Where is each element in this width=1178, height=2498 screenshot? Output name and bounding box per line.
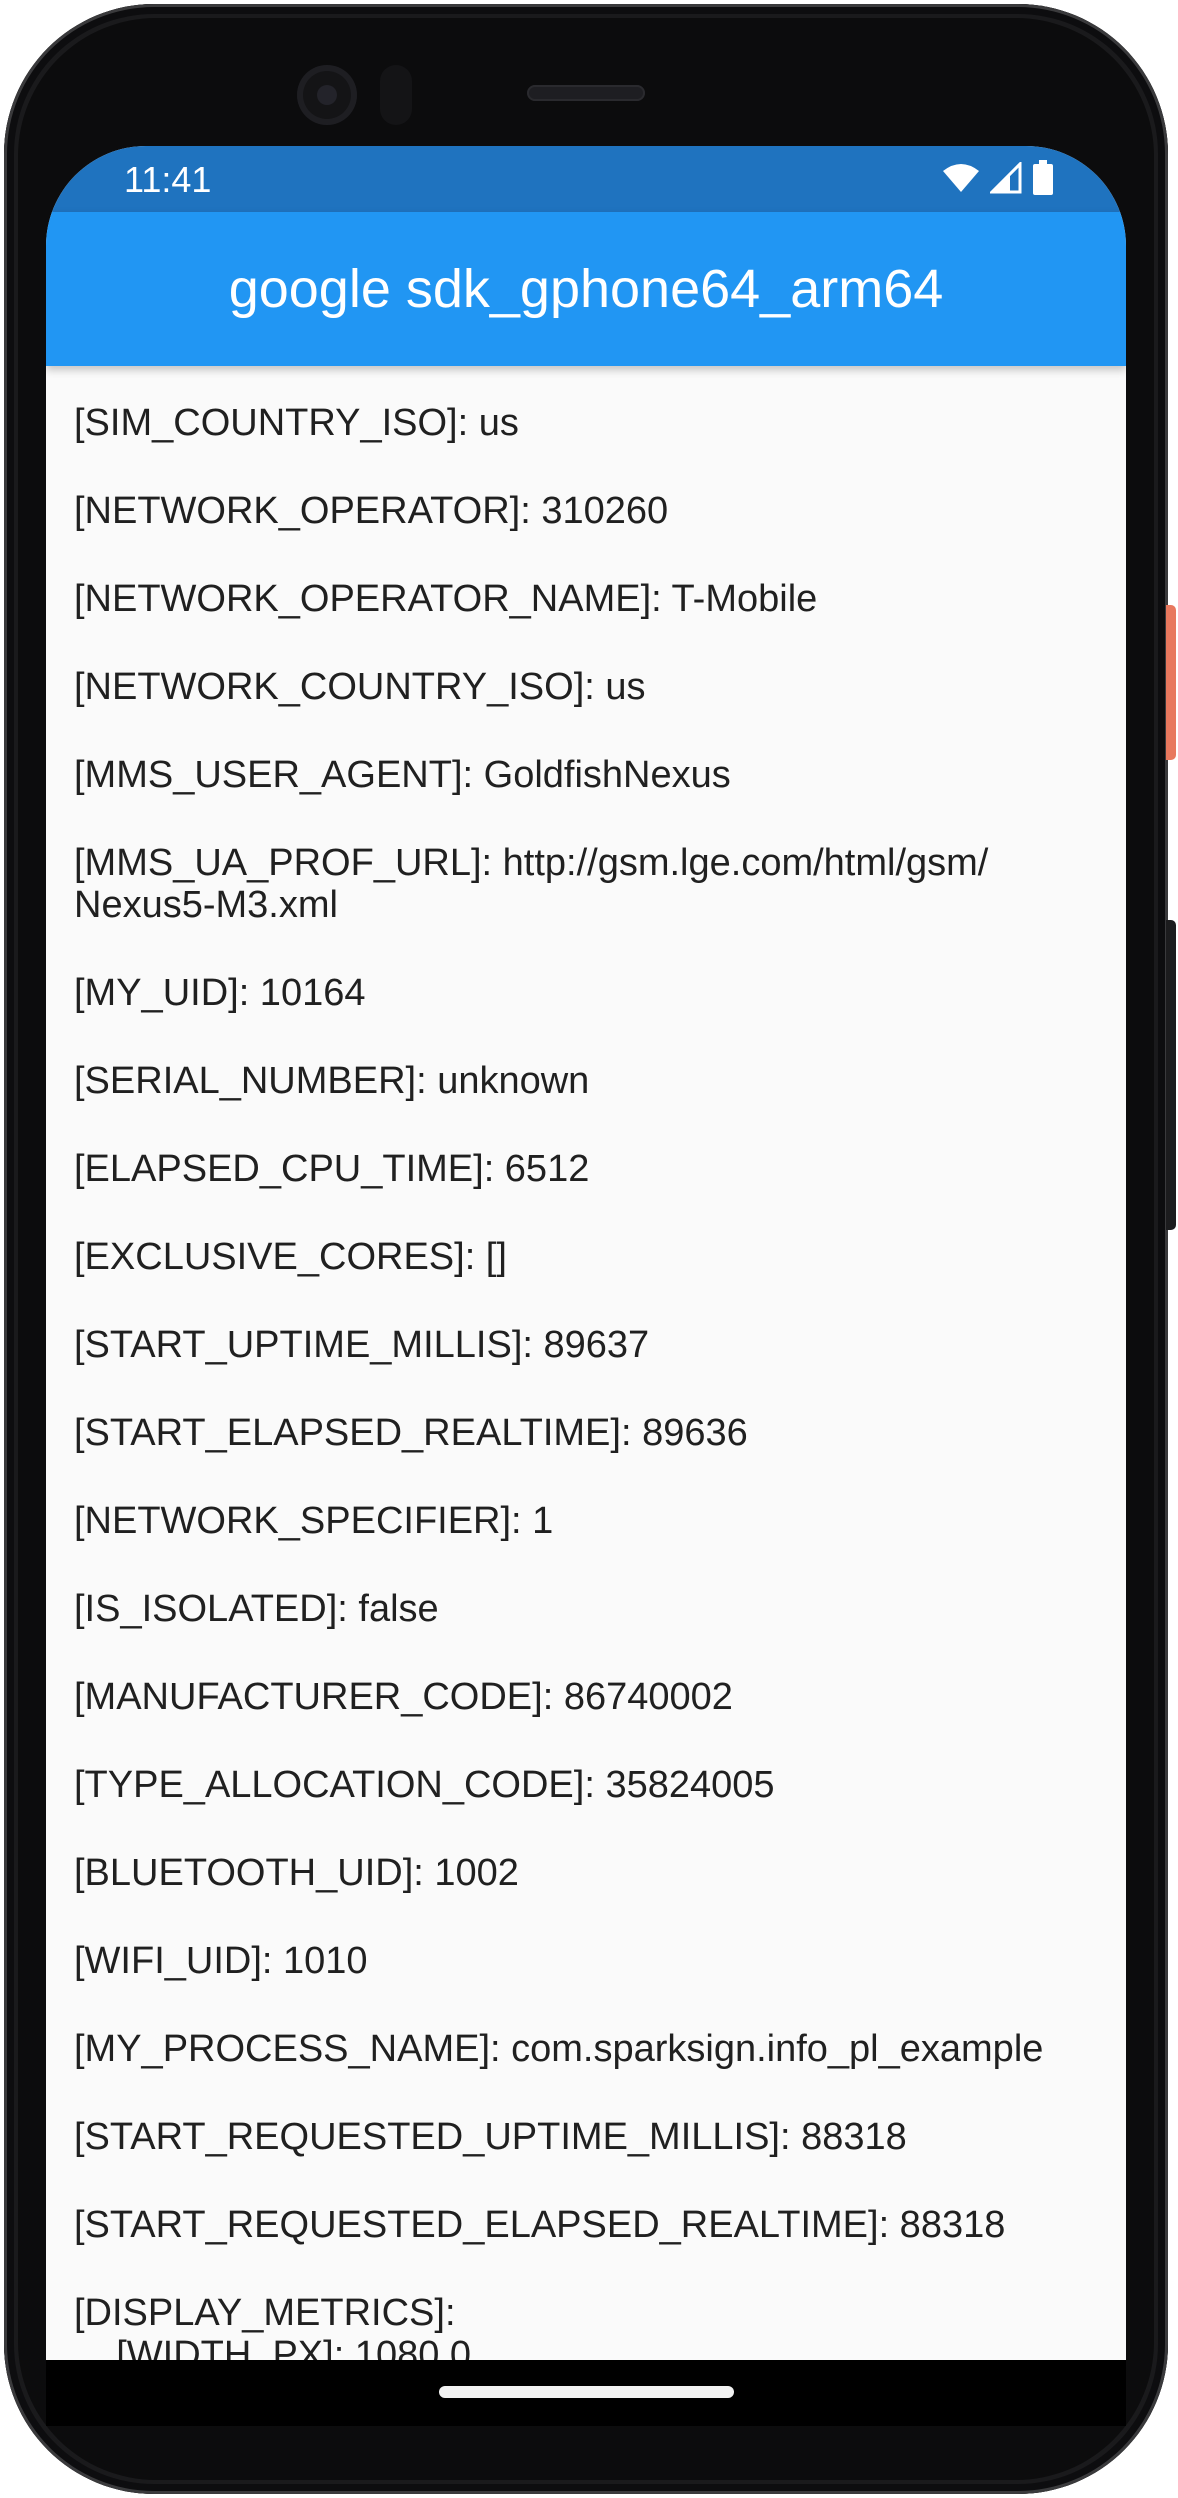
list-item: [START_UPTIME_MILLIS]: 89637 xyxy=(74,1324,650,1366)
list-item: [SIM_COUNTRY_ISO]: us xyxy=(74,402,519,444)
list-item: [MMS_UA_PROF_URL]: http://gsm.lge.com/ht… xyxy=(74,842,989,926)
list-item: [TYPE_ALLOCATION_CODE]: 35824005 xyxy=(74,1764,775,1806)
front-camera xyxy=(297,65,357,125)
navigation-bar xyxy=(46,2360,1126,2426)
list-item: [ELAPSED_CPU_TIME]: 6512 xyxy=(74,1148,590,1190)
list-item: [MY_PROCESS_NAME]: com.sparksign.info_pl… xyxy=(74,2028,1044,2070)
earpiece-speaker xyxy=(527,85,645,101)
list-item: [BLUETOOTH_UID]: 1002 xyxy=(74,1852,519,1894)
list-item: [DISPLAY_METRICS]: [WIDTH_PX]: 1080.0 xyxy=(74,2292,472,2366)
list-item: [MANUFACTURER_CODE]: 86740002 xyxy=(74,1676,733,1718)
status-bar: 11:41 xyxy=(46,146,1126,212)
list-item: [SERIAL_NUMBER]: unknown xyxy=(74,1060,590,1102)
proximity-sensor xyxy=(380,65,412,125)
list-item: [MMS_USER_AGENT]: GoldfishNexus xyxy=(74,754,731,796)
status-time: 11:41 xyxy=(124,159,212,200)
status-icons xyxy=(942,159,1054,201)
list-item: [START_REQUESTED_UPTIME_MILLIS]: 88318 xyxy=(74,2116,907,2158)
app-title: google sdk_gphone64_arm64 xyxy=(228,259,944,319)
wifi-icon xyxy=(942,163,980,198)
list-item: [IS_ISOLATED]: false xyxy=(74,1588,439,1630)
volume-button[interactable] xyxy=(1166,920,1176,1230)
device-frame: 11:41 google sdk_gphone64_arm64 [SIM_COU… xyxy=(0,0,1178,2498)
list-item: [MY_UID]: 10164 xyxy=(74,972,366,1014)
list-item: [START_REQUESTED_ELAPSED_REALTIME]: 8831… xyxy=(74,2204,1006,2246)
list-item: [NETWORK_OPERATOR]: 310260 xyxy=(74,490,669,532)
app-bar: google sdk_gphone64_arm64 xyxy=(46,212,1126,366)
power-button[interactable] xyxy=(1166,605,1176,760)
info-list-container[interactable]: [SIM_COUNTRY_ISO]: us [NETWORK_OPERATOR]:… xyxy=(46,366,1126,2366)
list-item: [NETWORK_SPECIFIER]: 1 xyxy=(74,1500,554,1542)
list-item: [WIFI_UID]: 1010 xyxy=(74,1940,368,1982)
list-item: [START_ELAPSED_REALTIME]: 89636 xyxy=(74,1412,748,1454)
battery-icon xyxy=(1032,159,1054,201)
list-item: [NETWORK_OPERATOR_NAME]: T-Mobile xyxy=(74,578,818,620)
info-list: [SIM_COUNTRY_ISO]: us [NETWORK_OPERATOR]:… xyxy=(74,402,1094,2366)
screen: 11:41 google sdk_gphone64_arm64 [SIM_COU… xyxy=(46,146,1126,2426)
home-gesture-handle[interactable] xyxy=(439,2386,734,2398)
list-item: [NETWORK_COUNTRY_ISO]: us xyxy=(74,666,646,708)
cellular-signal-icon xyxy=(988,159,1022,199)
list-item: [EXCLUSIVE_CORES]: [] xyxy=(74,1236,507,1278)
